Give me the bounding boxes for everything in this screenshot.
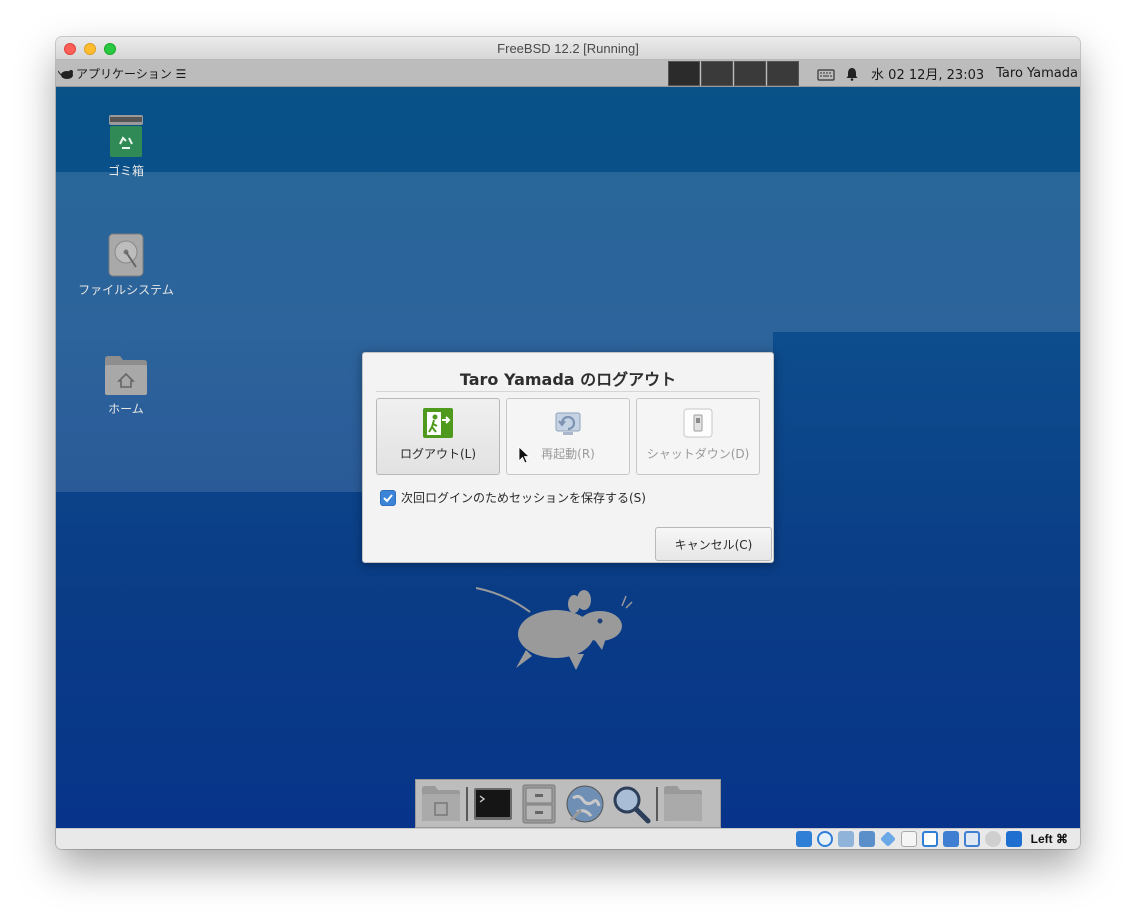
dock-search[interactable] [610,783,652,825]
bottom-dock [415,779,721,828]
web-browser-icon [566,785,604,822]
restart-icon [555,412,581,435]
workspace-3[interactable] [734,61,766,86]
applications-menu[interactable]: アプリケーション ☰ [58,60,186,87]
desktop-icon-trash[interactable]: ゴミ箱 [76,114,176,178]
desktop-icon-label: ホーム [108,402,144,416]
system-tray: 水 02 12月, 23:03 Taro Yamada [817,60,1080,87]
dock-home-folder[interactable] [420,783,462,825]
panel-clock[interactable]: 水 02 12月, 23:03 [871,64,984,83]
guest-desktop: アプリケーション ☰ 水 02 12月, 23:03 Taro Yamada ゴ… [56,60,1080,828]
dock-terminal[interactable] [472,783,514,825]
display-icon[interactable] [922,831,938,847]
desktop-highlight-band [56,172,1080,332]
mouse-cursor [518,446,531,468]
virtualbox-window: FreeBSD 12.2 [Running] アプリケーション ☰ 水 02 1… [56,37,1080,849]
dock-separator [466,786,468,821]
folder-icon [664,785,702,821]
dock-separator [656,786,658,821]
cancel-button[interactable]: キャンセル(C) [655,527,772,561]
hard-disk-icon[interactable] [796,831,812,847]
workspace-switcher [668,61,799,86]
trash-icon [109,115,143,157]
bell-icon[interactable] [845,67,859,81]
dialog-title: Taro Yamada のログアウト [459,370,677,389]
video-capture-icon[interactable] [943,831,959,847]
workspace-4[interactable] [767,61,799,86]
save-session-label[interactable]: 次回ログインのためセッションを保存する(S) [401,489,646,506]
logout-dialog: Taro Yamada のログアウト ログアウト(L) 再起動(R) シャットダ… [362,352,774,563]
logout-button[interactable]: ログアウト(L) [376,398,500,475]
terminal-icon [474,787,512,820]
pointer-icon [518,446,531,464]
desktop-icon-label: ファイルシステム [78,283,174,297]
shutdown-button[interactable]: シャットダウン(D) [636,398,760,475]
optical-drive-icon[interactable] [817,831,833,847]
hard-drive-icon [108,233,144,277]
virtualization-icon[interactable] [964,831,980,847]
dock-file-manager[interactable] [518,783,560,825]
mouse-integration-icon[interactable] [985,831,1001,847]
checkmark-icon [383,493,393,502]
dock-folder[interactable] [662,783,704,825]
xfce-mouse-icon [58,69,73,79]
home-folder-icon [105,356,147,395]
file-manager-icon [522,784,556,823]
logout-button-label: ログアウト(L) [399,447,477,461]
statusbar-device-icons [796,831,1022,847]
dock-web-browser[interactable] [564,783,606,825]
applications-menu-label: アプリケーション ☰ [76,67,187,81]
network-icon[interactable] [859,831,875,847]
shutdown-button-label: シャットダウン(D) [646,447,750,461]
desktop-icon-home[interactable]: ホーム [76,354,176,416]
save-session-row: 次回ログインのためセッションを保存する(S) [380,489,646,506]
workspace-1[interactable] [668,61,700,86]
search-icon [613,786,651,823]
home-folder-icon [422,785,460,821]
keyboard-icon[interactable] [817,67,835,81]
desktop-icon-filesystem[interactable]: ファイルシステム [76,233,176,297]
top-panel: アプリケーション ☰ 水 02 12月, 23:03 Taro Yamada [56,60,1080,87]
dialog-separator [376,391,760,392]
keyboard-capture-icon[interactable] [1006,831,1022,847]
virtualbox-statusbar: Left ⌘ [56,828,1080,849]
panel-user-name[interactable]: Taro Yamada [996,66,1078,81]
host-key-label: Left ⌘ [1030,832,1068,846]
audio-icon[interactable] [838,831,854,847]
desktop-icon-label: ゴミ箱 [107,164,144,178]
save-session-checkbox[interactable] [380,489,396,506]
window-titlebar[interactable]: FreeBSD 12.2 [Running] [56,37,1080,60]
window-title: FreeBSD 12.2 [Running] [497,41,639,56]
exit-icon [423,408,453,438]
shared-folders-icon[interactable] [901,831,917,847]
xfce-mouse-mascot [475,584,636,678]
power-switch-icon [683,408,713,438]
usb-icon[interactable] [880,831,896,847]
workspace-2[interactable] [701,61,733,86]
